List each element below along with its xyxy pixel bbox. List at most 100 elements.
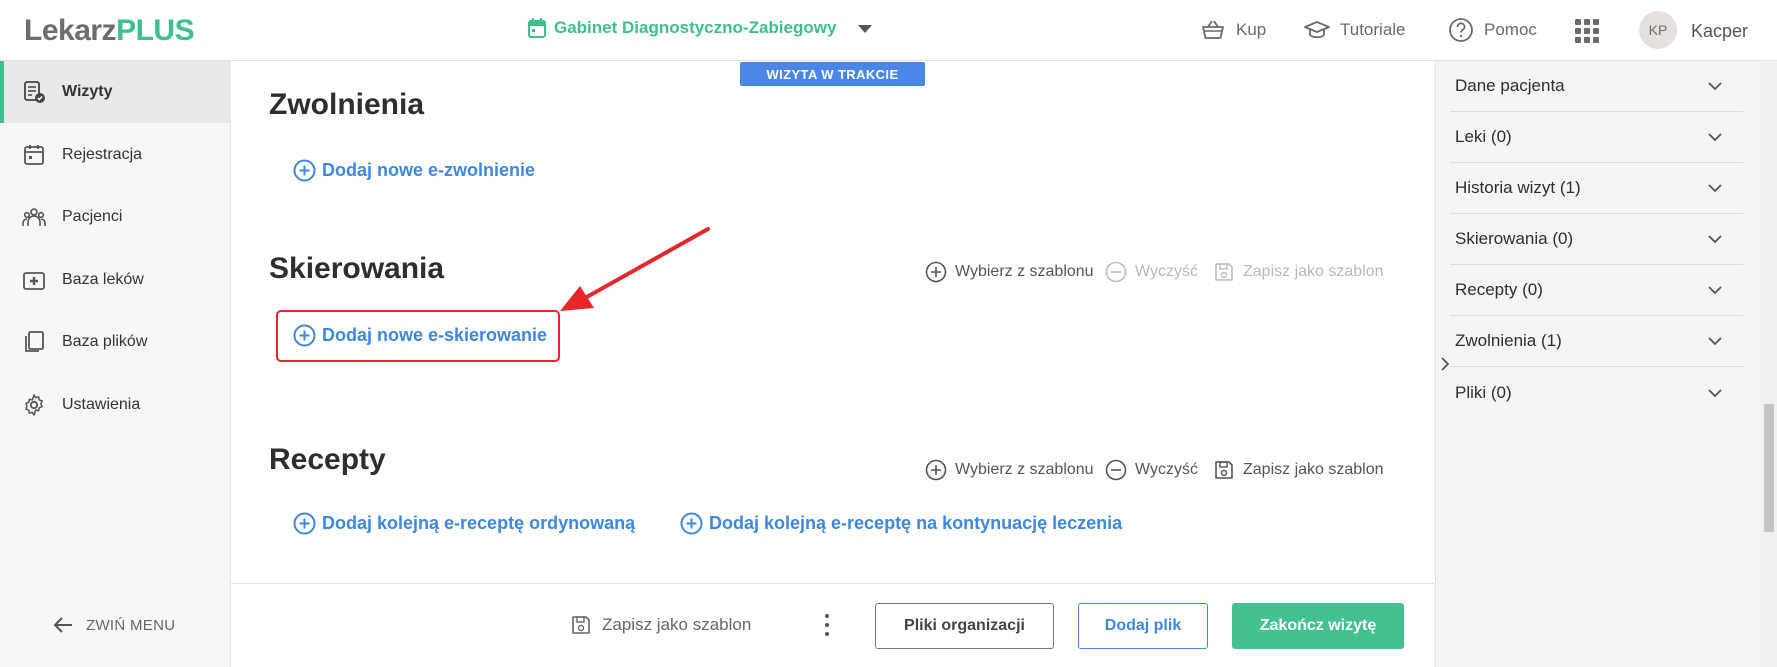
add-e-recepta-kontynuacja-link[interactable]: Dodaj kolejną e-receptę na kontynuację l… — [680, 512, 1122, 535]
plus-circle-icon — [925, 459, 947, 481]
chevron-down-icon — [1708, 337, 1722, 346]
status-badge: WIZYTA W TRAKCIE — [740, 62, 925, 86]
save-visit-template-label: Zapisz jako szablon — [602, 615, 752, 634]
app-logo[interactable]: LekarzPLUS — [24, 14, 195, 48]
buy-label: Kup — [1236, 20, 1267, 39]
scrollbar-thumb[interactable] — [1764, 404, 1774, 532]
chevron-down-icon — [1708, 388, 1722, 397]
help-link[interactable]: Pomoc — [1448, 17, 1537, 43]
sidebar-item-label: Rejestracja — [62, 146, 143, 163]
minus-circle-icon — [1105, 261, 1127, 283]
sidebar-item-pacjenci[interactable]: Pacjenci — [0, 186, 231, 248]
org-files-button[interactable]: Pliki organizacji — [875, 603, 1054, 649]
clinic-selector[interactable]: Gabinet Diagnostyczno-Zabiegowy — [528, 18, 836, 38]
basket-icon — [1202, 20, 1224, 39]
collapse-menu-label: ZWIŃ MENU — [86, 616, 176, 634]
minus-circle-icon — [1105, 459, 1127, 481]
sidebar-item-label: Wizyty — [62, 83, 113, 100]
panel-item-recepty[interactable]: Recepty (0) — [1450, 265, 1743, 316]
recepty-save-template-button[interactable]: Zapisz jako szablon — [1213, 459, 1384, 481]
recepty-template-button[interactable]: Wybierz z szablonu — [925, 459, 1094, 481]
save-visit-template-button[interactable]: Zapisz jako szablon — [570, 614, 751, 636]
panel-item-zwolnienia[interactable]: Zwolnienia (1) — [1450, 316, 1743, 367]
section-title-recepty: Recepty — [269, 443, 386, 476]
panel-item-label: Skierowania (0) — [1455, 229, 1574, 248]
plus-circle-icon — [680, 512, 703, 535]
panel-item-label: Historia wizyt (1) — [1455, 178, 1581, 197]
recepty-clear-label: Wyczyść — [1135, 461, 1198, 478]
floppy-disk-icon — [1215, 263, 1233, 281]
chevron-down-icon — [1708, 235, 1722, 244]
recepty-clear-button[interactable]: Wyczyść — [1105, 459, 1198, 481]
floppy-disk-icon — [572, 616, 590, 634]
skierowania-template-label: Wybierz z szablonu — [955, 263, 1094, 280]
add-e-recepta-kontynuacja-label: Dodaj kolejną e-receptę na kontynuację l… — [709, 513, 1123, 533]
sidebar-item-ustawienia[interactable]: Ustawienia — [0, 374, 231, 436]
calendar-icon — [24, 145, 44, 165]
tutorials-link[interactable]: Tutoriale — [1304, 17, 1406, 43]
page-scrollbar[interactable] — [1761, 61, 1777, 667]
graduation-cap-icon — [1304, 21, 1330, 39]
panel-item-label: Dane pacjenta — [1455, 76, 1565, 95]
add-e-recepta-ordynowana-link[interactable]: Dodaj kolejną e-receptę ordynowaną — [293, 512, 635, 535]
panel-item-dane-pacjenta[interactable]: Dane pacjenta — [1450, 61, 1743, 112]
buy-link[interactable]: Kup — [1200, 17, 1266, 43]
chevron-down-icon — [1708, 82, 1722, 91]
skierowania-save-template-button[interactable]: Zapisz jako szablon — [1213, 261, 1384, 283]
visits-icon — [24, 81, 45, 103]
add-file-button[interactable]: Dodaj plik — [1078, 603, 1208, 649]
patients-icon — [22, 208, 46, 226]
panel-item-leki[interactable]: Leki (0) — [1450, 112, 1743, 163]
logo-text-plus: PLUS — [116, 14, 195, 47]
sidebar-item-label: Baza leków — [62, 271, 144, 288]
section-title-skierowania: Skierowania — [269, 252, 445, 285]
sidebar-item-label: Baza plików — [62, 333, 148, 350]
sidebar-item-baza-plikow[interactable]: Baza plików — [0, 311, 231, 373]
chevron-down-icon[interactable] — [858, 25, 872, 33]
finish-visit-button[interactable]: Zakończ wizytę — [1232, 603, 1404, 649]
skierowania-clear-label: Wyczyść — [1135, 263, 1198, 280]
skierowania-clear-button[interactable]: Wyczyść — [1105, 261, 1198, 283]
user-name[interactable]: Kacper — [1691, 21, 1748, 42]
add-e-skierowanie-label: Dodaj nowe e-skierowanie — [322, 325, 548, 345]
sidebar-item-label: Ustawienia — [62, 396, 141, 413]
collapse-menu-button[interactable]: ZWIŃ MENU — [52, 614, 175, 636]
avatar[interactable]: KP — [1639, 11, 1677, 49]
help-label: Pomoc — [1484, 20, 1537, 39]
clinic-name: Gabinet Diagnostyczno-Zabiegowy — [554, 18, 837, 37]
calendar-icon — [528, 18, 546, 38]
sidebar-item-wizyty[interactable]: Wizyty — [0, 61, 231, 123]
panel-item-label: Pliki (0) — [1455, 382, 1512, 402]
chevron-down-icon — [1708, 184, 1722, 193]
skierowania-template-button[interactable]: Wybierz z szablonu — [925, 261, 1094, 283]
recepty-template-label: Wybierz z szablonu — [955, 461, 1094, 478]
panel-item-pliki[interactable]: Pliki (0) — [1450, 367, 1743, 418]
plus-circle-icon — [925, 261, 947, 283]
chevron-down-icon — [1708, 286, 1722, 295]
panel-item-historia-wizyt[interactable]: Historia wizyt (1) — [1450, 163, 1743, 214]
tutorials-label: Tutoriale — [1340, 20, 1406, 39]
files-icon — [25, 331, 44, 352]
plus-circle-icon — [293, 324, 316, 347]
arrow-left-icon — [53, 617, 72, 633]
apps-grid-icon[interactable] — [1575, 19, 1599, 43]
panel-item-label: Recepty (0) — [1455, 280, 1543, 299]
skierowania-save-template-label: Zapisz jako szablon — [1243, 263, 1384, 280]
sidebar-item-label: Pacjenci — [62, 208, 123, 225]
add-e-zwolnienie-link[interactable]: Dodaj nowe e-zwolnienie — [293, 159, 535, 182]
more-options-icon[interactable] — [824, 614, 830, 636]
chevron-down-icon — [1708, 133, 1722, 142]
panel-item-skierowania[interactable]: Skierowania (0) — [1450, 214, 1743, 265]
panel-item-label: Leki (0) — [1455, 127, 1512, 146]
panel-item-label: Zwolnienia (1) — [1455, 331, 1562, 350]
add-e-zwolnienie-label: Dodaj nowe e-zwolnienie — [322, 160, 536, 180]
sidebar-item-rejestracja[interactable]: Rejestracja — [0, 124, 231, 186]
gear-icon — [25, 394, 43, 416]
medkit-icon — [23, 272, 45, 290]
sidebar-item-baza-lekow[interactable]: Baza leków — [0, 249, 231, 311]
plus-circle-icon — [293, 159, 316, 182]
floppy-disk-icon — [1215, 461, 1233, 479]
help-icon — [1449, 18, 1473, 42]
recepty-save-template-label: Zapisz jako szablon — [1243, 461, 1384, 478]
add-e-skierowanie-link[interactable]: Dodaj nowe e-skierowanie — [293, 324, 547, 347]
